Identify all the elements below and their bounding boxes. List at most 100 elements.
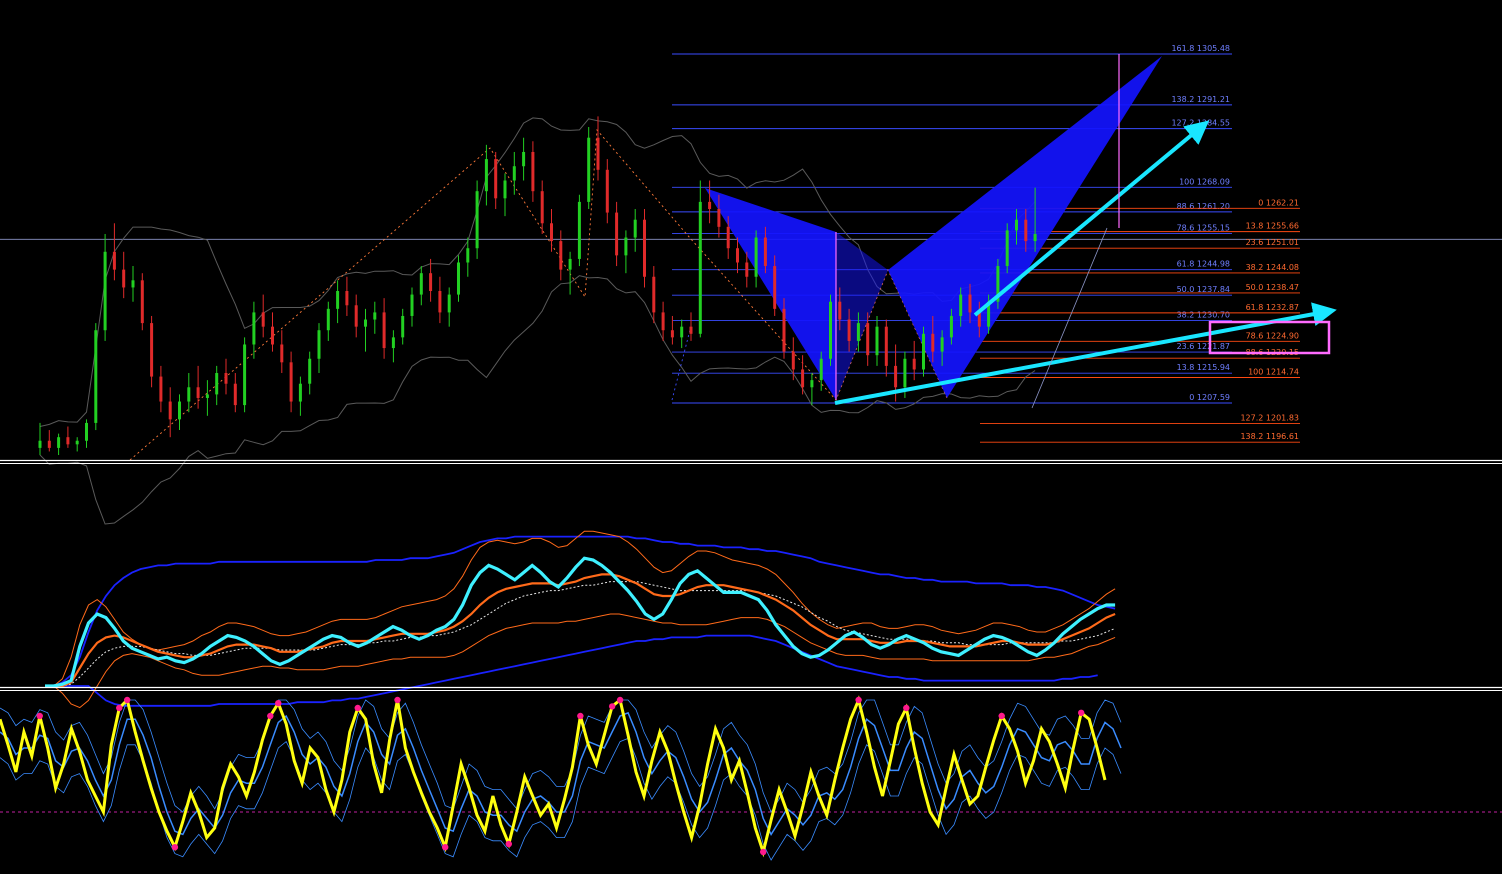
candle-body <box>140 280 144 324</box>
stochastic-extreme-dot <box>354 704 361 712</box>
candle-body <box>829 301 832 359</box>
stochastic-extreme-dot <box>998 712 1005 720</box>
candle-body <box>215 373 219 395</box>
candle-body <box>447 294 451 313</box>
candle-body <box>94 330 98 423</box>
candle-body <box>968 294 972 313</box>
stochastic-extreme-dot <box>903 704 910 712</box>
candle-body <box>47 440 51 448</box>
candle-body <box>782 308 786 352</box>
candle-body <box>605 169 609 213</box>
candle-body <box>624 237 628 256</box>
candle-body <box>587 137 591 202</box>
fib-orange-level-label: 13.8 1255.66 <box>1246 222 1299 231</box>
candle-body <box>838 301 842 320</box>
candle-body <box>959 294 963 316</box>
trading-chart[interactable]: 161.8 1305.48 138.2 1291.21 127.2 1284.55 1… <box>0 0 1502 874</box>
candle-body <box>661 312 665 331</box>
fib-orange-level-label: 127.2 1201.83 <box>1240 414 1299 423</box>
candle-body <box>122 269 126 288</box>
candle-body <box>438 291 442 313</box>
candle-body <box>856 323 860 341</box>
candle-body <box>38 440 42 448</box>
candle-body <box>131 280 135 288</box>
fib-orange-level-label: 61.8 1232.87 <box>1246 303 1299 312</box>
candle-body <box>633 219 637 238</box>
candle-body <box>336 291 340 309</box>
fib-orange-level-label: 38.2 1244.08 <box>1246 263 1299 272</box>
candle-body <box>568 258 572 270</box>
fib-orange-level-label: 0 1262.21 <box>1258 198 1299 207</box>
candle-body <box>559 241 563 270</box>
candle-body <box>261 312 265 327</box>
fib-orange-level-label: 100 1214.74 <box>1248 368 1299 377</box>
candle-body <box>503 180 507 199</box>
candle-body <box>819 358 823 381</box>
candle-body <box>894 365 898 388</box>
stochastic-extreme-dot <box>124 696 131 704</box>
fib-blue-level-label: 100 1268.09 <box>1179 177 1230 186</box>
candle-body <box>308 358 312 384</box>
candle-body <box>615 212 619 256</box>
candle-body <box>847 319 851 341</box>
candle-body <box>1015 219 1018 231</box>
fib-orange-level-label: 138.2 1196.61 <box>1240 432 1299 441</box>
candle-body <box>698 201 702 334</box>
stochastic-extreme-dot <box>616 696 624 704</box>
stochastic-extreme-dot <box>577 712 584 720</box>
candle-body <box>364 319 367 327</box>
candle-body <box>280 344 284 363</box>
candle-body <box>680 326 684 338</box>
candle-body <box>75 440 79 445</box>
candle-body <box>875 326 879 356</box>
fib-blue-level-label: 61.8 1244.98 <box>1177 260 1230 269</box>
fib-blue-level-label: 0 1207.59 <box>1189 393 1230 402</box>
stochastic-extreme-dot <box>36 712 43 720</box>
stochastic-extreme-dot <box>1078 709 1085 716</box>
candle-body <box>243 344 247 406</box>
candle-body <box>689 326 693 334</box>
candle-body <box>922 333 925 370</box>
candle-body <box>531 151 535 192</box>
stochastic-extreme-dot <box>267 712 274 720</box>
stochastic-extreme-dot <box>760 848 767 856</box>
fib-orange-level-label: 50.0 1238.47 <box>1246 283 1299 292</box>
candle-body <box>391 337 395 349</box>
candle-body <box>670 330 674 338</box>
candle-body <box>382 312 386 349</box>
candle-body <box>577 201 581 259</box>
stochastic-extreme-dot <box>855 696 862 704</box>
candle-body <box>484 159 488 192</box>
candle-body <box>354 305 358 327</box>
candle-body <box>1024 219 1028 242</box>
candle-body <box>763 237 767 267</box>
candle-body <box>205 394 209 398</box>
candle-body <box>866 323 870 356</box>
candle-body <box>810 380 814 388</box>
candle-body <box>419 273 423 295</box>
candle-body <box>410 294 414 316</box>
candle-body <box>103 251 107 331</box>
candle-body <box>912 358 916 370</box>
candle-body <box>112 251 116 270</box>
candle-body <box>252 312 256 345</box>
candle-body <box>457 262 460 295</box>
candle-body <box>726 226 730 249</box>
fib-blue-level-label: 127.2 1284.55 <box>1171 119 1230 128</box>
candle-body <box>429 273 433 292</box>
fib-orange-level-label: 78.6 1224.90 <box>1246 331 1299 340</box>
candle-body <box>475 191 479 249</box>
candle-body <box>150 323 154 377</box>
candle-body <box>345 291 349 306</box>
candle-body <box>401 315 405 338</box>
fib-blue-level-label: 138.2 1291.21 <box>1171 95 1230 104</box>
fib-blue-level-label: 13.8 1215.94 <box>1177 363 1230 372</box>
candle-body <box>745 262 749 277</box>
candle-body <box>233 383 237 406</box>
candle-body <box>652 276 656 313</box>
stochastic-extreme-dot <box>608 703 616 710</box>
candle-body <box>736 248 739 263</box>
candle-body <box>373 312 377 320</box>
candle-body <box>494 159 498 199</box>
candle-body <box>326 308 330 331</box>
